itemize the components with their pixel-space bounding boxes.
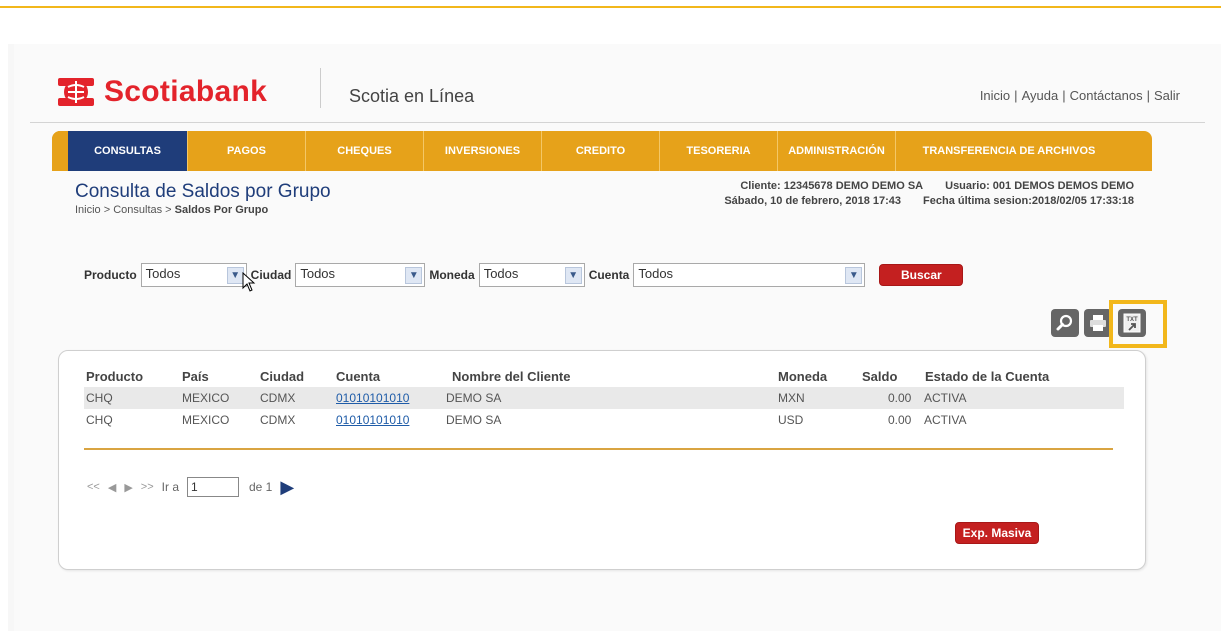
link-ayuda[interactable]: Ayuda [1022, 88, 1059, 103]
header-divider [320, 68, 321, 108]
nav-pagos[interactable]: PAGOS [188, 131, 306, 171]
magnifier-icon [1056, 314, 1073, 331]
moneda-select[interactable]: Todos ▼ [478, 263, 585, 287]
pager: << ◀ ▶ >> Ir a 1 de 1 ▶ [87, 475, 294, 499]
producto-select[interactable]: Todos ▼ [140, 263, 247, 287]
product-name: Scotia en Línea [349, 86, 475, 106]
first-page-icon[interactable]: << [87, 481, 100, 493]
nav-administracion[interactable]: ADMINISTRACIÓN [778, 131, 896, 171]
highlight-box [1109, 300, 1167, 348]
page-number-input[interactable]: 1 [187, 477, 239, 497]
user-id: Usuario: 001 DEMOS DEMOS DEMO [945, 180, 1134, 192]
nav-transferencia-archivos[interactable]: TRANSFERENCIA DE ARCHIVOS [896, 131, 1122, 171]
brand-name: Scotiabank [104, 75, 268, 108]
nav-consultas[interactable]: CONSULTAS [68, 131, 188, 171]
scotiabank-logo[interactable]: Scotiabank [56, 72, 267, 112]
header-ciudad: Ciudad [260, 369, 305, 384]
breadcrumb-current: Saldos Por Grupo [174, 204, 269, 216]
main-nav: CONSULTAS PAGOS CHEQUES INVERSIONES CRED… [52, 131, 1152, 171]
cuenta-label: Cuenta [588, 268, 630, 282]
top-accent-line [0, 6, 1221, 8]
scotiabank-s-icon [56, 72, 96, 112]
link-inicio[interactable]: Inicio [980, 88, 1010, 103]
chevron-down-icon: ▼ [405, 267, 423, 284]
header-moneda: Moneda [778, 369, 828, 384]
table-row: CHQ MEXICO CDMX 01010101010 DEMO SA MXN … [84, 387, 1124, 409]
page-title: Consulta de Saldos por Grupo [75, 181, 331, 202]
next-page-small-icon[interactable]: ▶ [124, 481, 132, 494]
table-divider [84, 448, 1113, 450]
next-page-icon[interactable]: ▶ [280, 477, 294, 498]
breadcrumb-path[interactable]: Inicio > Consultas > [75, 204, 175, 216]
filter-bar: Producto Todos ▼ Ciudad Todos ▼ Moneda T… [84, 263, 964, 287]
account-link[interactable]: 01010101010 [336, 413, 409, 427]
producto-label: Producto [84, 268, 137, 282]
header-pais: País [182, 369, 209, 384]
moneda-label: Moneda [429, 268, 475, 282]
client-id: Cliente: 12345678 DEMO DEMO SA [740, 180, 924, 192]
table-row: CHQ MEXICO CDMX 01010101010 DEMO SA USD … [86, 413, 967, 427]
link-contactanos[interactable]: Contáctanos [1070, 88, 1143, 103]
nav-tesoreria[interactable]: TESORERIA [660, 131, 778, 171]
link-salir[interactable]: Salir [1154, 88, 1180, 103]
export-masiva-button[interactable]: Exp. Masiva [955, 522, 1039, 544]
mouse-cursor-icon [242, 272, 256, 292]
top-links: Inicio | Ayuda | Contáctanos | Salir [979, 88, 1180, 103]
ciudad-label: Ciudad [250, 268, 292, 282]
header-producto: Producto [86, 369, 144, 384]
buscar-button[interactable]: Buscar [879, 264, 964, 286]
search-button[interactable] [1051, 309, 1079, 337]
current-date: Sábado, 10 de febrero, 2018 17:43 [724, 195, 902, 207]
header-cuenta: Cuenta [336, 369, 381, 384]
chevron-down-icon: ▼ [845, 267, 863, 284]
prev-page-icon[interactable]: ◀ [108, 481, 116, 494]
nav-credito[interactable]: CREDITO [542, 131, 660, 171]
header-estado-cuenta: Estado de la Cuenta [925, 369, 1050, 384]
table-header: Producto País Ciudad Cuenta Nombre del C… [84, 369, 1124, 385]
last-session: Fecha última sesion:2018/02/05 17:33:18 [923, 195, 1134, 207]
header-rule [30, 122, 1205, 123]
go-to-label: Ir a [161, 480, 179, 494]
header-saldo: Saldo [862, 369, 898, 384]
header-nombre-cliente: Nombre del Cliente [452, 369, 571, 384]
breadcrumb: Inicio > Consultas > Saldos Por Grupo [75, 204, 268, 216]
client-info: Cliente: 12345678 DEMO DEMO SA Usuario: … [702, 179, 1134, 209]
cuenta-select[interactable]: Todos ▼ [633, 263, 866, 287]
last-page-icon[interactable]: >> [141, 481, 154, 493]
ciudad-select[interactable]: Todos ▼ [295, 263, 426, 287]
nav-inversiones[interactable]: INVERSIONES [424, 131, 542, 171]
chevron-down-icon: ▼ [564, 267, 582, 284]
nav-cheques[interactable]: CHEQUES [306, 131, 424, 171]
page-count: de 1 [249, 480, 273, 494]
print-button[interactable] [1084, 309, 1112, 337]
printer-icon [1090, 315, 1106, 331]
account-link[interactable]: 01010101010 [336, 391, 409, 405]
